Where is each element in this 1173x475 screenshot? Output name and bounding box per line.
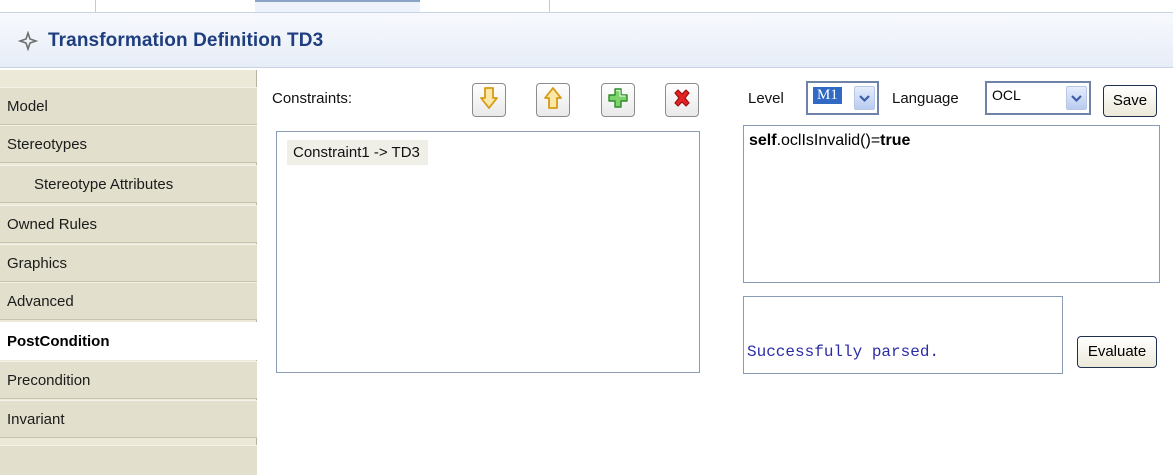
language-select-value: OCL	[992, 87, 1021, 103]
parse-result-box: Successfully parsed.	[743, 296, 1063, 374]
title-bar: Transformation Definition TD3	[0, 12, 1173, 68]
sidebar-item-precondition[interactable]: Precondition	[0, 361, 257, 399]
delete-icon	[671, 87, 693, 113]
constraints-label: Constraints:	[272, 90, 353, 107]
level-select-value: M1	[813, 87, 842, 104]
active-tab-stub[interactable]	[255, 0, 420, 12]
tab-separator	[549, 0, 550, 12]
sidebar-empty-area	[0, 445, 257, 475]
move-down-icon	[479, 86, 499, 114]
move-down-button[interactable]	[472, 83, 506, 117]
sidebar-item-stereotypes[interactable]: Stereotypes	[0, 125, 257, 163]
ocl-expression: self.oclIsInvalid()=true	[749, 132, 910, 150]
diamond-icon	[17, 30, 39, 52]
add-constraint-button[interactable]	[601, 83, 635, 117]
keyword-true: true	[880, 132, 911, 149]
sidebar-item-owned-rules[interactable]: Owned Rules	[0, 205, 257, 243]
language-select[interactable]: OCL	[985, 81, 1091, 115]
parse-status-text: Successfully parsed.	[747, 343, 940, 361]
sidebar-item-invariant[interactable]: Invariant	[0, 400, 257, 438]
chevron-down-icon[interactable]	[854, 86, 875, 110]
tab-separator	[95, 0, 96, 12]
chevron-down-icon[interactable]	[1066, 86, 1087, 110]
save-button[interactable]: Save	[1103, 85, 1157, 117]
page-title: Transformation Definition TD3	[48, 30, 324, 51]
level-label: Level	[748, 90, 784, 107]
sidebar-item-model[interactable]: Model	[0, 87, 257, 125]
keyword-self: self	[749, 132, 777, 149]
add-icon	[607, 87, 629, 113]
sidebar: Model Stereotypes Stereotype Attributes …	[0, 70, 257, 475]
level-select[interactable]: M1	[806, 81, 879, 115]
sidebar-item-postcondition[interactable]: PostCondition	[0, 322, 257, 360]
list-item[interactable]: Constraint1 -> TD3	[287, 140, 428, 165]
move-up-icon	[543, 86, 563, 114]
evaluate-button[interactable]: Evaluate	[1077, 336, 1157, 368]
ocl-editor[interactable]: self.oclIsInvalid()=true	[743, 125, 1160, 283]
top-tab-strip	[0, 0, 1173, 12]
language-label: Language	[892, 90, 959, 107]
move-up-button[interactable]	[536, 83, 570, 117]
delete-constraint-button[interactable]	[665, 83, 699, 117]
sidebar-item-graphics[interactable]: Graphics	[0, 244, 257, 282]
sidebar-item-advanced[interactable]: Advanced	[0, 282, 257, 320]
sidebar-item-stereotype-attributes[interactable]: Stereotype Attributes	[0, 165, 257, 203]
expression-body: .oclIsInvalid()=	[776, 132, 881, 149]
constraints-list[interactable]: Constraint1 -> TD3	[276, 131, 700, 373]
